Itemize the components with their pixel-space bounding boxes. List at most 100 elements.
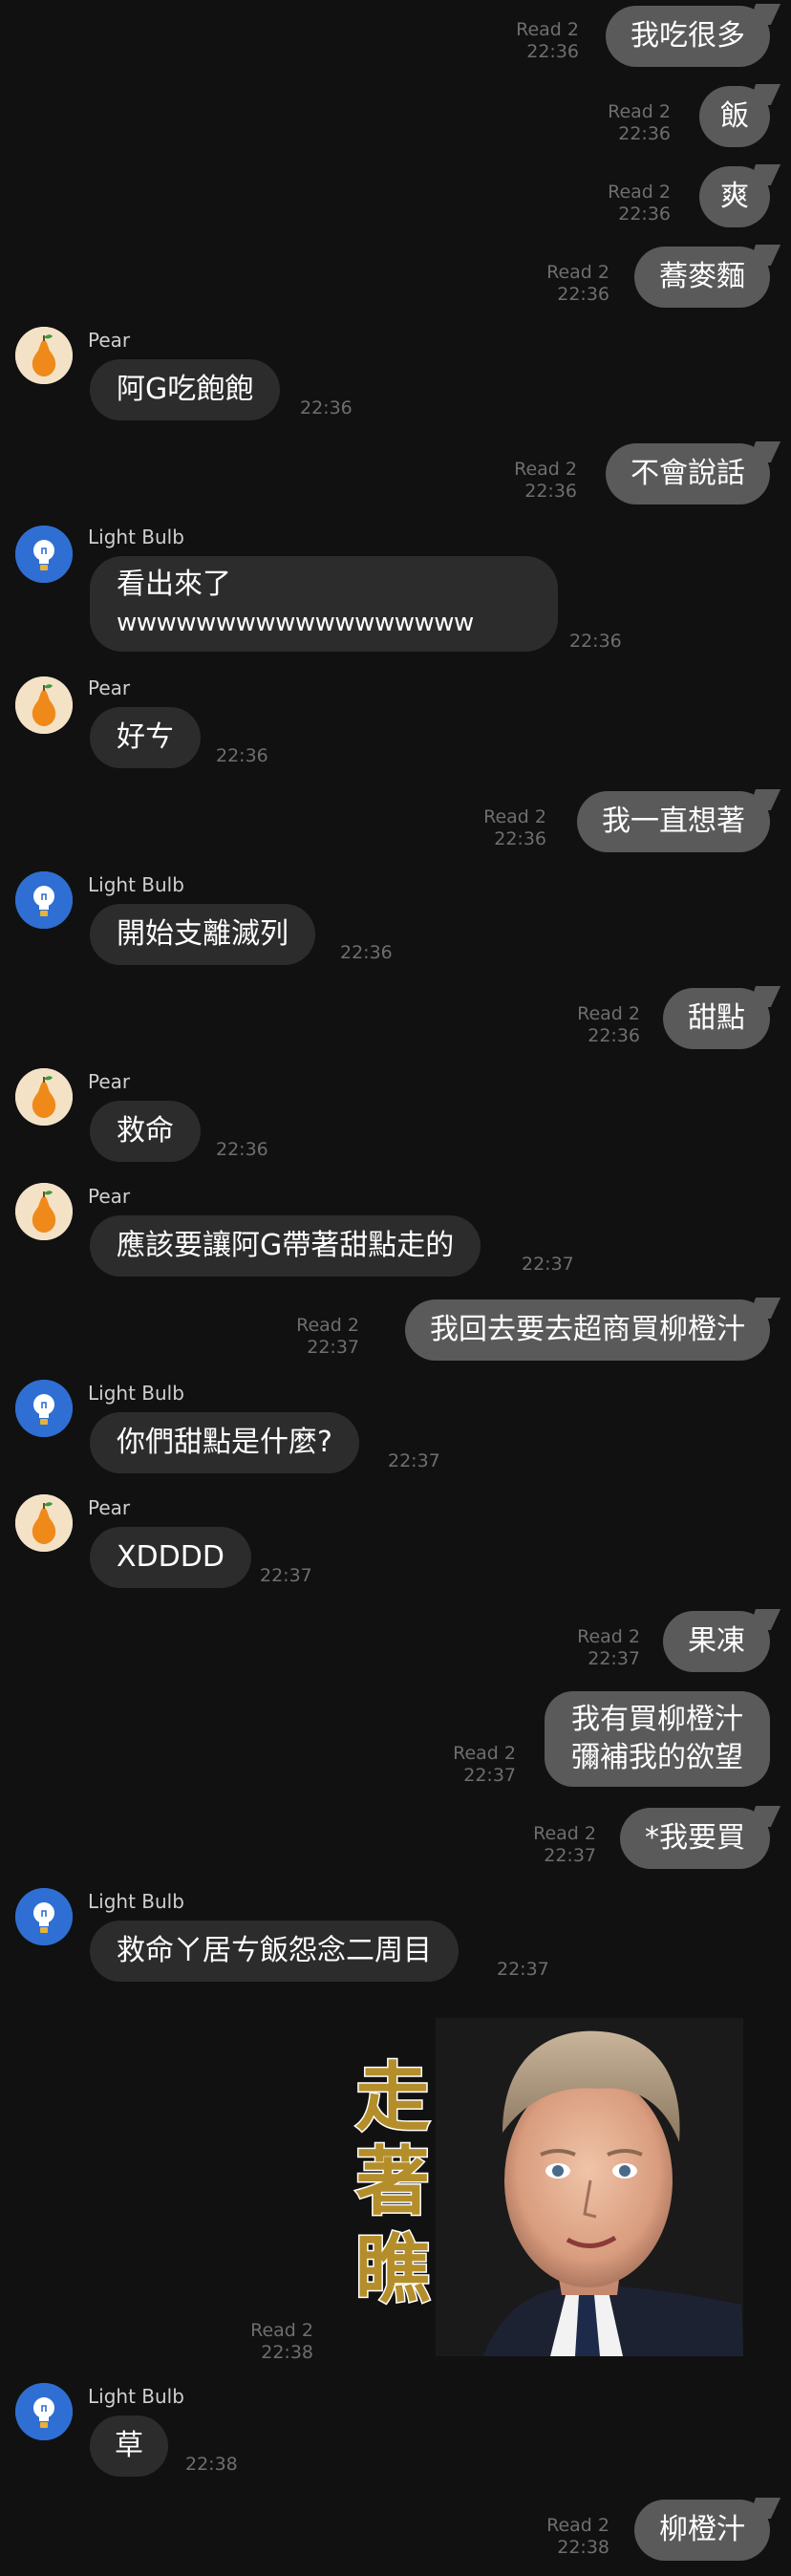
pear-icon xyxy=(15,1494,73,1552)
incoming-message-bubble[interactable]: 阿G吃飽飽 xyxy=(90,359,281,420)
message-text: 開始支離滅列 xyxy=(117,917,289,951)
read-receipt: Read 2 xyxy=(577,1003,640,1024)
pear-icon xyxy=(15,676,73,734)
light-bulb-avatar[interactable] xyxy=(15,1888,73,1945)
message-time: 22:36 xyxy=(216,745,268,766)
read-receipt: Read 2 xyxy=(608,182,671,203)
message-text: 飯 xyxy=(720,99,749,133)
read-receipt: Read 2 xyxy=(250,2320,313,2341)
message-meta: Read 2 22:36 xyxy=(608,182,671,225)
message-time: 22:37 xyxy=(544,1845,596,1866)
pear-avatar[interactable] xyxy=(15,676,73,734)
message-time: 22:37 xyxy=(497,1959,549,1980)
light-bulb-icon xyxy=(15,1380,73,1437)
outgoing-message-bubble[interactable]: 不會說話 xyxy=(606,443,770,504)
sticker-image: 走 著 瞧 xyxy=(354,2018,743,2356)
message-time: 22:36 xyxy=(524,481,577,502)
message-text: 救命ㄚ居ㄘ飯怨念二周目 xyxy=(117,1934,432,1967)
incoming-message-bubble[interactable]: 草 xyxy=(90,2415,168,2477)
incoming-message-bubble[interactable]: XDDDD xyxy=(90,1527,251,1588)
message-time: 22:36 xyxy=(618,204,671,225)
message-text-line: 看出來了 xyxy=(117,568,231,601)
message-time: 22:37 xyxy=(307,1337,359,1358)
light-bulb-icon xyxy=(15,2383,73,2440)
message-text: 爽 xyxy=(720,180,749,213)
outgoing-message-bubble[interactable]: 我有買柳橙汁 彌補我的欲望 xyxy=(545,1691,770,1787)
incoming-message-bubble[interactable]: 看出來了 wwwwwwwwwwwwwwwwww xyxy=(90,556,558,652)
sticker-char: 瞧 xyxy=(355,2226,430,2313)
light-bulb-avatar[interactable] xyxy=(15,871,73,929)
incoming-message-bubble[interactable]: 應該要讓阿G帶著甜點走的 xyxy=(90,1215,481,1277)
sender-name: Light Bulb xyxy=(88,2385,184,2408)
incoming-message-bubble[interactable]: 救命 xyxy=(90,1101,201,1162)
message-time: 22:37 xyxy=(463,1765,516,1786)
message-meta: Read 2 22:38 xyxy=(546,2515,609,2559)
message-text: 你們甜點是什麼? xyxy=(117,1426,332,1459)
light-bulb-avatar[interactable] xyxy=(15,1380,73,1437)
message-time: 22:36 xyxy=(300,397,353,419)
message-text: 救命 xyxy=(117,1114,174,1148)
sender-name: Light Bulb xyxy=(88,873,184,896)
message-time: 22:36 xyxy=(618,123,671,144)
sender-name: Pear xyxy=(88,329,131,352)
outgoing-message-bubble[interactable]: 爽 xyxy=(699,166,770,227)
message-text: 不會說話 xyxy=(631,457,745,490)
message-meta: Read 2 22:38 xyxy=(250,2320,313,2364)
read-receipt: Read 2 xyxy=(577,1626,640,1647)
light-bulb-icon xyxy=(15,871,73,929)
sticker-message[interactable]: 走 著 瞧 xyxy=(350,2018,743,2356)
outgoing-message-bubble[interactable]: 我回去要去超商買柳橙汁 xyxy=(405,1299,770,1361)
read-receipt: Read 2 xyxy=(546,262,609,283)
message-meta: Read 2 22:36 xyxy=(483,806,546,850)
sender-name: Light Bulb xyxy=(88,1890,184,1913)
read-receipt: Read 2 xyxy=(516,19,579,40)
message-meta: Read 2 22:37 xyxy=(533,1823,596,1867)
sender-name: Light Bulb xyxy=(88,1382,184,1405)
incoming-message-bubble[interactable]: 救命ㄚ居ㄘ飯怨念二周目 xyxy=(90,1921,459,1982)
sticker-char: 著 xyxy=(355,2138,430,2225)
pear-icon xyxy=(15,1183,73,1240)
message-text: 應該要讓阿G帶著甜點走的 xyxy=(117,1229,455,1262)
pear-avatar[interactable] xyxy=(15,1068,73,1126)
outgoing-message-bubble[interactable]: 甜點 xyxy=(663,988,770,1049)
pear-icon xyxy=(15,1068,73,1126)
message-text: 好ㄘ xyxy=(117,720,174,754)
sender-name: Pear xyxy=(88,676,131,699)
sender-name: Pear xyxy=(88,1070,131,1093)
message-text: 柳橙汁 xyxy=(659,2513,745,2546)
message-time: 22:37 xyxy=(260,1565,312,1586)
sender-name: Light Bulb xyxy=(88,526,184,548)
light-bulb-icon xyxy=(15,526,73,583)
message-text: XDDDD xyxy=(117,1540,224,1574)
light-bulb-avatar[interactable] xyxy=(15,2383,73,2440)
outgoing-message-bubble[interactable]: 果凍 xyxy=(663,1611,770,1672)
message-meta: Read 2 22:36 xyxy=(516,19,579,63)
read-receipt: Read 2 xyxy=(453,1743,516,1764)
outgoing-message-bubble[interactable]: *我要買 xyxy=(620,1808,770,1869)
incoming-message-bubble[interactable]: 你們甜點是什麼? xyxy=(90,1412,359,1473)
message-time: 22:36 xyxy=(588,1025,640,1046)
message-meta: Read 2 22:36 xyxy=(546,262,609,306)
read-receipt: Read 2 xyxy=(533,1823,596,1844)
read-receipt: Read 2 xyxy=(514,459,577,480)
message-time: 22:37 xyxy=(388,1450,440,1471)
message-time: 22:36 xyxy=(526,41,579,62)
read-receipt: Read 2 xyxy=(296,1315,359,1336)
outgoing-message-bubble[interactable]: 柳橙汁 xyxy=(634,2500,770,2561)
incoming-message-bubble[interactable]: 好ㄘ xyxy=(90,707,201,768)
outgoing-message-bubble[interactable]: 我吃很多 xyxy=(606,6,770,67)
message-text-line: 我有買柳橙汁 xyxy=(571,1703,743,1736)
incoming-message-bubble[interactable]: 開始支離滅列 xyxy=(90,904,315,965)
outgoing-message-bubble[interactable]: 飯 xyxy=(699,86,770,147)
pear-avatar[interactable] xyxy=(15,1183,73,1240)
light-bulb-avatar[interactable] xyxy=(15,526,73,583)
outgoing-message-bubble[interactable]: 蕎麥麵 xyxy=(634,247,770,308)
outgoing-message-bubble[interactable]: 我一直想著 xyxy=(577,791,770,852)
pear-avatar[interactable] xyxy=(15,327,73,384)
message-time: 22:37 xyxy=(588,1648,640,1669)
message-time: 22:36 xyxy=(216,1139,268,1160)
message-text: 阿G吃飽飽 xyxy=(117,373,254,406)
read-receipt: Read 2 xyxy=(483,806,546,827)
pear-avatar[interactable] xyxy=(15,1494,73,1552)
message-text: 我吃很多 xyxy=(631,19,745,53)
